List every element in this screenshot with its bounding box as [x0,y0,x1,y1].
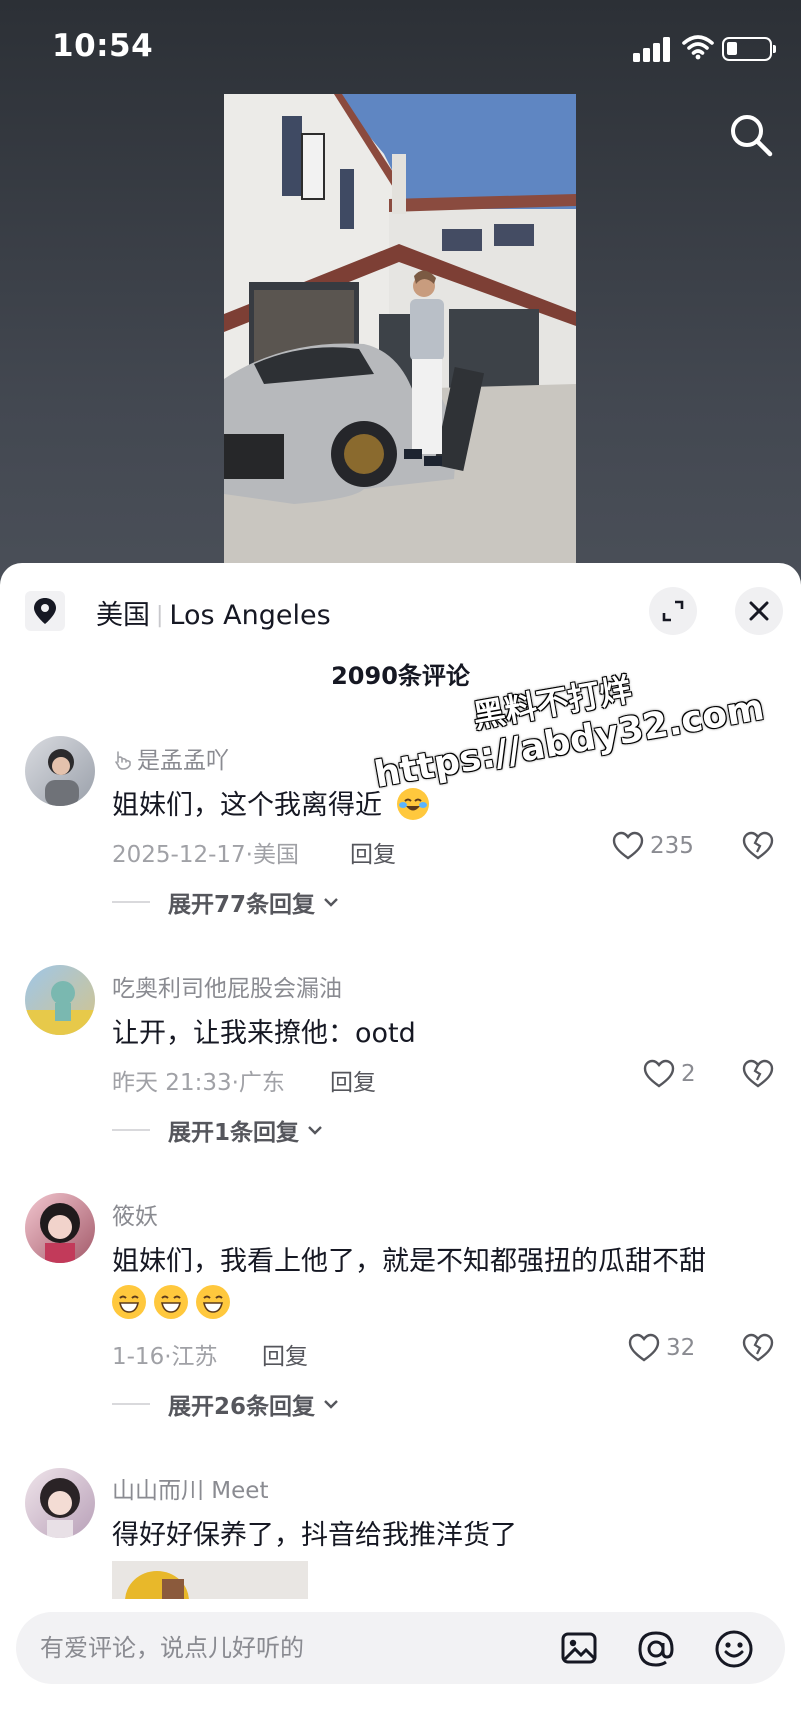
reply-divider [112,1403,150,1405]
avatar[interactable] [25,965,95,1035]
comment-text: 让开，让我来撩他：ootd [112,1018,416,1049]
expand-replies-button[interactable]: 展开77条回复 [112,885,341,919]
location-divider: | [156,603,164,628]
heart-icon [612,831,644,860]
grinning-emoji-icon [112,1285,146,1319]
avatar[interactable] [25,1193,95,1263]
location-pin-icon [25,591,65,631]
emoji-icon[interactable] [714,1629,754,1669]
reply-button[interactable]: 回复 [330,1063,376,1097]
expand-button[interactable] [649,587,697,635]
broken-heart-icon[interactable] [742,831,774,861]
like-button[interactable]: 32 [628,1333,695,1363]
comment-image[interactable] [112,1561,308,1599]
heart-icon [643,1059,675,1088]
expand-replies-button[interactable]: 展开26条回复 [112,1387,341,1421]
comment-text: 姐妹们，我看上他了，就是不知都强扭的瓜甜不甜 [112,1246,706,1277]
avatar[interactable] [25,1468,95,1538]
status-time: 10:54 [52,28,154,64]
at-icon[interactable] [636,1629,676,1669]
laughing-crying-emoji-icon [396,788,429,820]
reply-button[interactable]: 回复 [262,1337,308,1371]
signal-icon [633,36,673,62]
heart-icon [628,1333,660,1362]
reply-divider [112,1129,150,1131]
broken-heart-icon[interactable] [742,1059,774,1089]
broken-heart-icon[interactable] [742,1333,774,1363]
pointer-hand-icon [115,751,131,770]
status-bar: 10:54 [0,0,801,100]
comments-sheet: 美国 | Los Angeles 2090条评论 是孟孟吖 姐妹们，这个我离得近 2… [0,563,801,1719]
emoji-row [112,1285,238,1319]
search-icon[interactable] [728,112,774,158]
reply-button[interactable]: 回复 [350,835,396,869]
comment-input[interactable] [40,1628,540,1668]
comment-date: 2025-12-17·美国 [112,842,299,868]
like-button[interactable]: 235 [612,831,694,861]
avatar[interactable] [25,736,95,806]
wifi-icon [682,35,714,60]
comment-username[interactable]: 筱妖 [112,1197,158,1231]
chevron-down-icon [324,898,338,907]
comment-username[interactable]: 吃奥利司他屁股会漏油 [112,969,342,1003]
comment-date: 昨天 21:33·广东 [112,1070,285,1096]
grinning-emoji-icon [196,1285,230,1319]
expand-replies-button[interactable]: 展开1条回复 [112,1113,325,1147]
comment-username[interactable]: 山山而川 Meet [112,1471,268,1505]
location-country: 美国 [96,600,150,631]
comment-date: 1-16·江苏 [112,1344,218,1370]
close-button[interactable] [735,587,783,635]
location-city: Los Angeles [169,600,331,631]
close-icon [749,601,769,621]
expand-icon [662,600,684,622]
comment-count: 2090条评论 [331,662,470,690]
like-count: 2 [681,1061,696,1087]
chevron-down-icon [324,1400,338,1409]
grinning-emoji-icon [154,1285,188,1319]
post-photo[interactable] [224,94,576,564]
like-count: 235 [650,833,694,859]
like-count: 32 [666,1335,696,1361]
reply-divider [112,901,150,903]
chevron-down-icon [308,1126,322,1135]
location-label[interactable]: 美国 | Los Angeles [96,593,331,632]
image-icon[interactable] [560,1629,598,1667]
comment-username[interactable]: 是孟孟吖 [112,741,229,775]
comment-input-bar [16,1612,785,1684]
comment-text: 得好好保养了，抖音给我推洋货了 [112,1520,517,1551]
like-button[interactable]: 2 [643,1059,696,1089]
battery-icon [722,37,776,61]
